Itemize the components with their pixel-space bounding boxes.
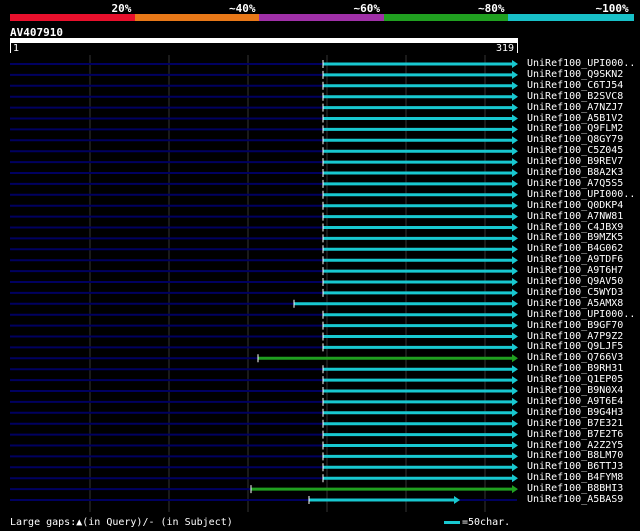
hit-label[interactable]: UniRef100_B9G4H3 [527, 407, 623, 418]
hit-label[interactable]: UniRef100_UPI000.. [527, 189, 635, 200]
hit-arrow [512, 463, 518, 472]
hit-label[interactable]: UniRef100_A5AMX8 [527, 298, 623, 309]
hit-arrow [512, 397, 518, 406]
hit-label[interactable]: UniRef100_B2SVC8 [527, 91, 623, 102]
hit-label[interactable]: UniRef100_B8LM70 [527, 450, 623, 461]
hit-label[interactable]: UniRef100_A5BAS9 [527, 494, 623, 505]
hit-arrow [512, 201, 518, 210]
hit-label[interactable]: UniRef100_B9REV7 [527, 156, 623, 167]
hit-arrow [512, 103, 518, 112]
hit-arrow [512, 158, 518, 167]
hit-label[interactable]: UniRef100_B9MZK5 [527, 232, 623, 243]
scale-label: =50char. [462, 517, 511, 528]
hit-arrow [512, 354, 518, 363]
hit-label[interactable]: UniRef100_A7NW81 [527, 211, 623, 222]
hit-arrow [512, 212, 518, 221]
hit-label[interactable]: UniRef100_Q9FLM2 [527, 123, 623, 134]
hit-label[interactable]: UniRef100_Q1EP05 [527, 374, 623, 385]
hit-arrow [512, 92, 518, 101]
hit-arrow [512, 223, 518, 232]
hit-arrow [512, 485, 518, 494]
hit-label[interactable]: UniRef100_A9TDF6 [527, 254, 623, 265]
hit-label[interactable]: UniRef100_Q0DKP4 [527, 200, 623, 211]
hit-label[interactable]: UniRef100_B6TTJ3 [527, 461, 623, 472]
hit-arrow [512, 332, 518, 341]
hit-arrow [512, 441, 518, 450]
hit-arrow [512, 376, 518, 385]
hit-arrow [512, 278, 518, 286]
hit-arrow [512, 419, 518, 428]
hit-label[interactable]: UniRef100_A7P9Z2 [527, 331, 623, 342]
hit-arrow [512, 60, 518, 68]
hit-arrow [512, 267, 518, 276]
gaps-legend: Large gaps:▲(in Query)/- (in Subject) [10, 517, 233, 528]
hit-arrow [512, 125, 518, 134]
hit-label[interactable]: UniRef100_B9GF70 [527, 320, 623, 331]
hit-arrow [454, 496, 460, 504]
hit-label[interactable]: UniRef100_UPI000.. [527, 309, 635, 320]
hit-label[interactable]: UniRef100_A9T6H7 [527, 265, 623, 276]
hit-arrow [512, 234, 518, 243]
scale-swatch [444, 520, 460, 524]
hit-label[interactable]: UniRef100_Q9AV50 [527, 276, 623, 287]
hit-label[interactable]: UniRef100_UPI000.. [527, 58, 635, 69]
hit-arrow [512, 190, 518, 199]
hit-arrow [512, 288, 518, 297]
hit-arrow [512, 452, 518, 461]
hit-label[interactable]: UniRef100_A5B1V2 [527, 113, 623, 124]
hit-label[interactable]: UniRef100_C4JBX9 [527, 222, 623, 233]
hit-arrow [512, 147, 518, 156]
hit-arrow [512, 408, 518, 417]
hit-arrow [512, 299, 518, 308]
scale-legend: =50char. [444, 517, 510, 528]
hit-label[interactable]: UniRef100_A9T6E4 [527, 396, 623, 407]
hit-arrow [512, 474, 518, 483]
hit-arrow [512, 114, 518, 123]
hit-label[interactable]: UniRef100_B7E321 [527, 418, 623, 429]
hit-label[interactable]: UniRef100_B4FYM8 [527, 472, 623, 483]
hit-label[interactable]: UniRef100_A7NZJ7 [527, 102, 623, 113]
hit-arrow [512, 81, 518, 90]
hit-label[interactable]: UniRef100_Q8GY79 [527, 134, 623, 145]
hit-arrow [512, 310, 518, 319]
hit-label[interactable]: UniRef100_A7Q5S5 [527, 178, 623, 189]
hit-arrow [512, 430, 518, 439]
hit-arrow [512, 343, 518, 352]
hit-label[interactable]: UniRef100_Q9SKN2 [527, 69, 623, 80]
hit-label[interactable]: UniRef100_C5WYD3 [527, 287, 623, 298]
hit-arrow [512, 321, 518, 330]
hit-label[interactable]: UniRef100_B4G062 [527, 243, 623, 254]
hit-arrow [512, 365, 518, 374]
hit-label[interactable]: UniRef100_B7E2T6 [527, 429, 623, 440]
hit-label[interactable]: UniRef100_C6TJ54 [527, 80, 623, 91]
hit-arrow [512, 70, 518, 79]
hit-arrow [512, 245, 518, 254]
hit-arrow [512, 387, 518, 395]
hit-label[interactable]: UniRef100_C5Z045 [527, 145, 623, 156]
hit-arrow [512, 136, 518, 145]
hit-label[interactable]: UniRef100_Q766V3 [527, 352, 623, 363]
hit-label[interactable]: UniRef100_Q9LJF5 [527, 341, 623, 352]
hit-label[interactable]: UniRef100_B8A2K3 [527, 167, 623, 178]
hit-arrow [512, 179, 518, 188]
hit-label[interactable]: UniRef100_B8BHI3 [527, 483, 623, 494]
hit-arrow [512, 256, 518, 265]
hit-label[interactable]: UniRef100_B9RH31 [527, 363, 623, 374]
hit-label[interactable]: UniRef100_B9N0X4 [527, 385, 623, 396]
hit-label[interactable]: UniRef100_A2Z2Y5 [527, 440, 623, 451]
hit-arrow [512, 169, 518, 177]
